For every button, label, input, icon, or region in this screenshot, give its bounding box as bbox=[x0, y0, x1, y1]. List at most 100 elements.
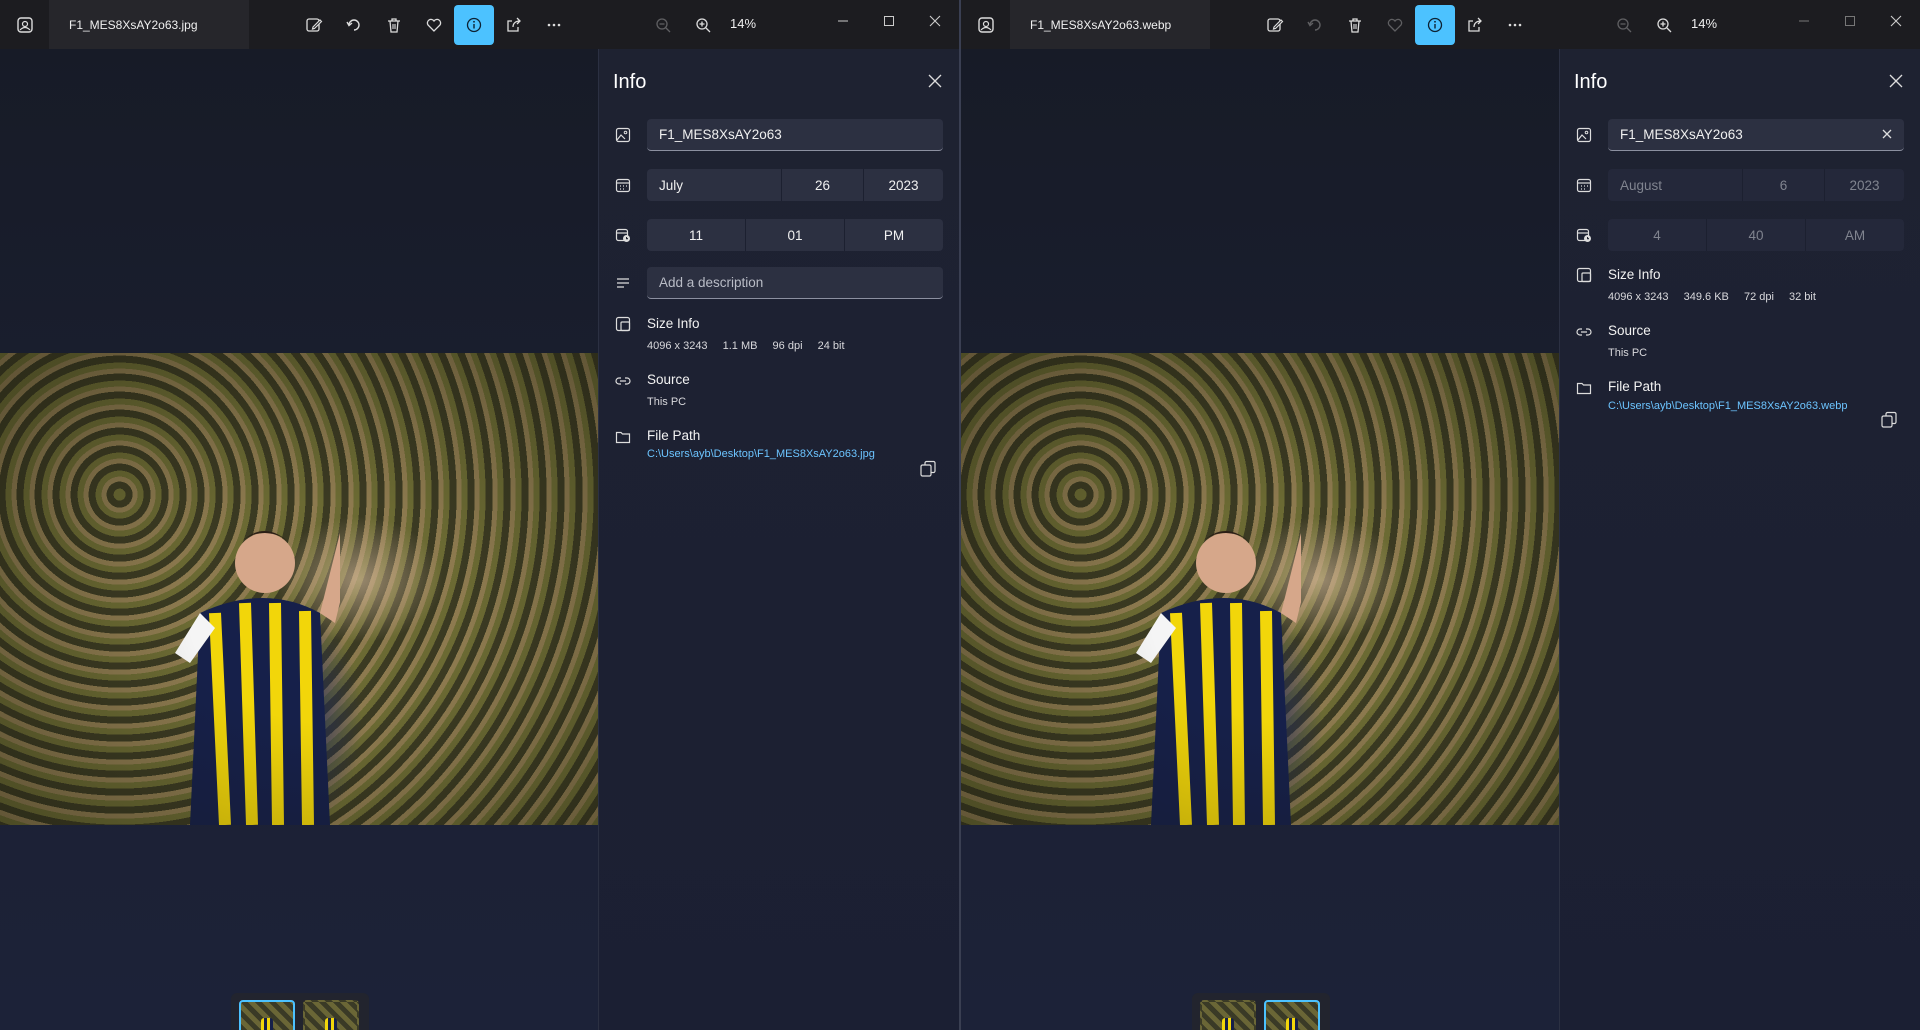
info-icon bbox=[1427, 17, 1443, 33]
delete-button[interactable] bbox=[1335, 5, 1375, 45]
copy-icon bbox=[1881, 411, 1897, 428]
date-month[interactable]: August bbox=[1608, 169, 1743, 201]
minimize-icon bbox=[838, 20, 848, 22]
image-canvas[interactable] bbox=[0, 49, 598, 1030]
minimize-button[interactable] bbox=[1784, 6, 1824, 36]
image-icon bbox=[1574, 125, 1594, 145]
time-hour[interactable]: 4 bbox=[1608, 219, 1707, 251]
photos-app-icon bbox=[975, 14, 997, 36]
rotate-button[interactable] bbox=[1295, 5, 1335, 45]
thumbnail-jpg[interactable] bbox=[1200, 1000, 1256, 1030]
close-info-button[interactable] bbox=[1886, 71, 1906, 91]
zoom-level[interactable]: 14% bbox=[1691, 16, 1717, 31]
time-minute[interactable]: 01 bbox=[746, 219, 845, 251]
delete-button[interactable] bbox=[374, 5, 414, 45]
date-day[interactable]: 26 bbox=[782, 169, 864, 201]
rotate-button[interactable] bbox=[334, 5, 374, 45]
title-bar: F1_MES8XsAY2o63.jpg 14% bbox=[0, 0, 959, 49]
info-panel-title: Info bbox=[1574, 71, 1608, 93]
clear-text-icon[interactable] bbox=[1880, 127, 1894, 141]
file-name-field[interactable]: F1_MES8XsAY2o63 bbox=[1608, 119, 1904, 151]
size-info-icon bbox=[613, 314, 633, 334]
close-window-button[interactable] bbox=[915, 6, 955, 36]
favorite-button[interactable] bbox=[414, 5, 454, 45]
share-button[interactable] bbox=[1455, 5, 1495, 45]
file-size: 1.1 MB bbox=[722, 340, 758, 352]
favorite-button[interactable] bbox=[1375, 5, 1415, 45]
source-value: This PC bbox=[1608, 347, 1648, 359]
photos-window-left: F1_MES8XsAY2o63.jpg 14% Info F1_MES8XsAY… bbox=[0, 0, 960, 1030]
photo-image bbox=[0, 353, 598, 825]
file-path-link[interactable]: C:\Users\ayb\Desktop\F1_MES8XsAY2o63.jpg bbox=[647, 448, 875, 460]
share-button[interactable] bbox=[494, 5, 534, 45]
image-canvas[interactable] bbox=[961, 49, 1559, 1030]
time-hour[interactable]: 11 bbox=[647, 219, 746, 251]
link-icon bbox=[613, 371, 633, 391]
copy-path-button[interactable] bbox=[1878, 409, 1900, 431]
size-info-details: 4096 x 3243 1.1 MB 96 dpi 24 bit bbox=[647, 340, 857, 352]
image-icon bbox=[613, 125, 633, 145]
maximize-button[interactable] bbox=[869, 6, 909, 36]
calendar-clock-icon bbox=[613, 225, 633, 245]
source-value: This PC bbox=[647, 396, 687, 408]
file-path-label: File Path bbox=[647, 428, 701, 443]
rotate-icon bbox=[1307, 19, 1321, 31]
file-path-link[interactable]: C:\Users\ayb\Desktop\F1_MES8XsAY2o63.web… bbox=[1608, 400, 1847, 412]
info-button[interactable] bbox=[1415, 5, 1455, 45]
edit-image-button[interactable] bbox=[1255, 5, 1295, 45]
zoom-out-button[interactable] bbox=[1604, 5, 1644, 45]
source-label: Source bbox=[647, 372, 690, 387]
thumbnail-webp[interactable] bbox=[303, 1000, 359, 1030]
time-picker[interactable]: 4 40 AM bbox=[1608, 219, 1904, 251]
photos-app-icon bbox=[14, 14, 36, 36]
file-tab[interactable]: F1_MES8XsAY2o63.jpg bbox=[49, 0, 249, 49]
time-minute[interactable]: 40 bbox=[1707, 219, 1806, 251]
more-options-button[interactable] bbox=[534, 5, 574, 45]
date-year[interactable]: 2023 bbox=[1825, 169, 1904, 201]
copy-icon bbox=[920, 460, 936, 477]
zoom-in-button[interactable] bbox=[683, 5, 723, 45]
thumbnail-jpg[interactable] bbox=[239, 1000, 295, 1030]
folder-icon bbox=[1574, 378, 1594, 398]
copy-path-button[interactable] bbox=[917, 458, 939, 480]
calendar-icon bbox=[1574, 175, 1594, 195]
thumbnail-webp[interactable] bbox=[1264, 1000, 1320, 1030]
close-info-button[interactable] bbox=[925, 71, 945, 91]
time-ampm[interactable]: PM bbox=[845, 219, 943, 251]
zoom-out-icon bbox=[1617, 18, 1632, 33]
more-options-button[interactable] bbox=[1495, 5, 1535, 45]
close-icon bbox=[928, 74, 942, 88]
date-day[interactable]: 6 bbox=[1743, 169, 1825, 201]
photos-window-right: F1_MES8XsAY2o63.webp 14% Info F1_MES8XsA… bbox=[960, 0, 1920, 1030]
dpi: 96 dpi bbox=[772, 340, 803, 352]
file-tab[interactable]: F1_MES8XsAY2o63.webp bbox=[1010, 0, 1210, 49]
info-button[interactable] bbox=[454, 5, 494, 45]
more-icon bbox=[547, 23, 561, 27]
time-ampm[interactable]: AM bbox=[1806, 219, 1904, 251]
date-year[interactable]: 2023 bbox=[864, 169, 943, 201]
info-icon bbox=[466, 17, 482, 33]
date-picker[interactable]: July 26 2023 bbox=[647, 169, 943, 201]
zoom-out-button[interactable] bbox=[643, 5, 683, 45]
zoom-in-button[interactable] bbox=[1644, 5, 1684, 45]
share-icon bbox=[1468, 17, 1482, 32]
edit-image-button[interactable] bbox=[294, 5, 334, 45]
size-info-details: 4096 x 3243 349.6 KB 72 dpi 32 bit bbox=[1608, 291, 1828, 303]
date-picker[interactable]: August 6 2023 bbox=[1608, 169, 1904, 201]
link-icon bbox=[1574, 322, 1594, 342]
description-input[interactable]: Add a description bbox=[647, 267, 943, 299]
maximize-button[interactable] bbox=[1830, 6, 1870, 36]
close-window-button[interactable] bbox=[1876, 6, 1916, 36]
source-label: Source bbox=[1608, 323, 1651, 338]
filmstrip bbox=[1192, 993, 1330, 1030]
minimize-button[interactable] bbox=[823, 6, 863, 36]
file-name-field[interactable]: F1_MES8XsAY2o63 bbox=[647, 119, 943, 151]
info-panel-title: Info bbox=[613, 71, 647, 93]
zoom-level[interactable]: 14% bbox=[730, 16, 756, 31]
zoom-in-icon bbox=[1657, 18, 1672, 33]
time-picker[interactable]: 11 01 PM bbox=[647, 219, 943, 251]
photo-image bbox=[961, 353, 1559, 825]
date-month[interactable]: July bbox=[647, 169, 782, 201]
heart-icon bbox=[1387, 18, 1403, 32]
edit-image-icon bbox=[306, 18, 323, 32]
